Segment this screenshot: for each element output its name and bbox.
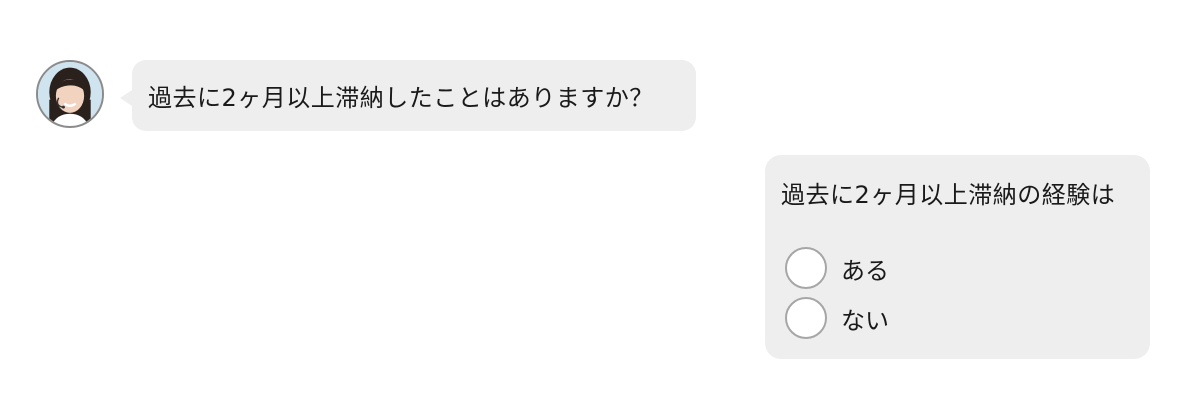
operator-avatar-image xyxy=(38,62,102,126)
operator-message-bubble: 過去に2ヶ月以上滞納したことはありますか？ xyxy=(120,60,696,131)
operator-avatar xyxy=(36,60,104,128)
operator-message-text: 過去に2ヶ月以上滞納したことはありますか？ xyxy=(148,84,654,112)
option-aru[interactable]: ある xyxy=(785,245,889,291)
user-response-form: 過去に2ヶ月以上滞納の経験は ある ない xyxy=(765,155,1150,359)
option-label[interactable]: ある xyxy=(841,251,889,286)
form-question-heading: 過去に2ヶ月以上滞納の経験は xyxy=(781,181,1116,209)
radio-button[interactable] xyxy=(785,297,827,339)
option-nai[interactable]: ない xyxy=(785,295,889,341)
option-label[interactable]: ない xyxy=(841,301,889,336)
radio-button[interactable] xyxy=(785,247,827,289)
